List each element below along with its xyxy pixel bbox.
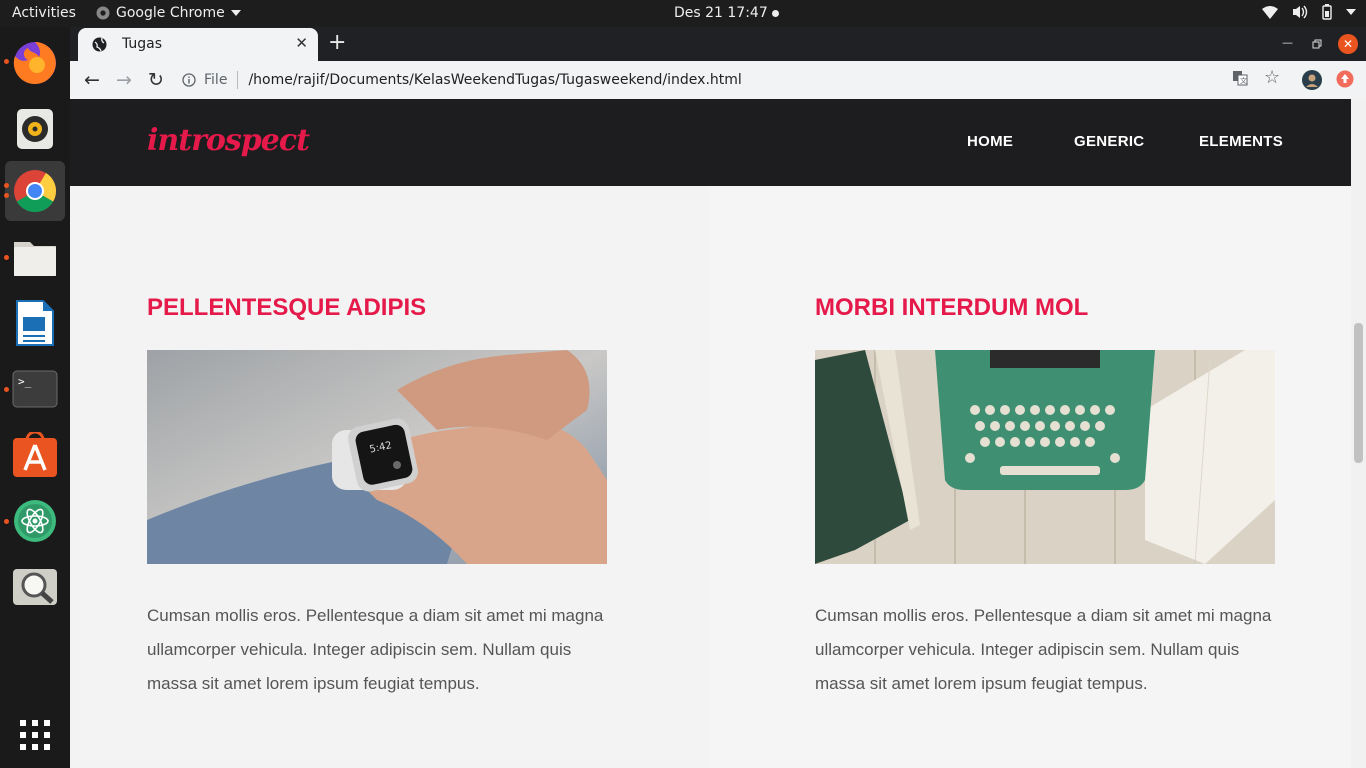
page-viewport: introspect HOME GENERIC ELEMENTS PELLENT… [70, 99, 1351, 768]
smartwatch-photo: 5:42 [147, 350, 607, 564]
wifi-icon [1262, 5, 1278, 19]
address-bar[interactable]: File /home/rajif/Documents/KelasWeekendT… [178, 65, 1278, 95]
avatar[interactable] [1302, 70, 1322, 90]
browser-toolbar: ← → ↻ File /home/rajif/Documents/KelasWe… [70, 61, 1366, 100]
post-card: MORBI INTERDUM MOL Cumsan mollis eros. P… [709, 186, 1351, 768]
extension-icon[interactable] [1336, 70, 1354, 88]
new-tab-button[interactable]: + [328, 31, 346, 55]
nav-generic[interactable]: GENERIC [1074, 133, 1144, 150]
dock-writer[interactable] [5, 293, 65, 353]
folder-icon [14, 242, 56, 276]
running-indicator [4, 387, 9, 392]
info-icon [182, 73, 196, 87]
translate-icon[interactable]: 文 [1232, 70, 1248, 86]
software-center-icon [13, 432, 57, 477]
writer-icon [16, 300, 54, 346]
svg-text:>_: >_ [18, 375, 32, 388]
ubuntu-dock: >_ [0, 27, 70, 768]
chrome-small-icon [96, 6, 110, 20]
atom-icon [14, 500, 56, 542]
restore-icon[interactable] [1312, 39, 1322, 49]
post-title[interactable]: MORBI INTERDUM MOL [815, 294, 1088, 322]
running-indicator [4, 519, 9, 524]
firefox-icon [13, 42, 56, 84]
post-card: PELLENTESQUE ADIPIS 5:42 Cumsan mollis e… [70, 186, 709, 768]
nav-home[interactable]: HOME [967, 133, 1013, 150]
close-tab-icon[interactable]: ✕ [295, 34, 308, 52]
show-applications-button[interactable] [5, 705, 65, 765]
speaker-icon [17, 109, 53, 149]
clock[interactable]: Des 21 17:47 [674, 5, 779, 21]
post-title[interactable]: PELLENTESQUE ADIPIS [147, 294, 426, 322]
chrome-icon [14, 170, 57, 213]
system-tray[interactable] [1262, 4, 1356, 20]
chevron-down-icon [230, 10, 241, 16]
dock-terminal[interactable]: >_ [4, 359, 65, 419]
notification-dot [771, 9, 779, 17]
forward-icon[interactable]: → [112, 68, 136, 92]
globe-icon [92, 37, 107, 52]
system-top-bar: Activities Google Chrome Des 21 17:47 [0, 0, 1366, 27]
volume-icon [1293, 5, 1308, 19]
back-icon[interactable]: ← [80, 68, 104, 92]
app-menu[interactable]: Google Chrome [96, 5, 241, 21]
running-indicator [4, 193, 9, 198]
dock-firefox[interactable] [4, 33, 65, 93]
dock-image-viewer[interactable] [5, 557, 65, 617]
tab-title: Tugas [122, 36, 163, 52]
chevron-down-icon [1346, 9, 1356, 15]
activities-button[interactable]: Activities [12, 5, 76, 21]
dock-rhythmbox[interactable] [5, 99, 65, 159]
clock-label: Des 21 17:47 [674, 5, 768, 21]
post-image-smartwatch[interactable]: 5:42 [147, 350, 607, 564]
browser-tab[interactable]: Tugas ✕ [78, 28, 318, 61]
grid-icon [20, 720, 50, 750]
terminal-icon: >_ [12, 370, 58, 408]
app-menu-label: Google Chrome [116, 5, 225, 21]
dock-files[interactable] [4, 227, 65, 287]
magnifier-icon [13, 569, 57, 605]
url-scheme-label: File [204, 72, 228, 88]
bookmark-star-icon[interactable]: ☆ [1264, 67, 1280, 88]
divider [237, 71, 239, 89]
post-image-typewriter[interactable] [815, 350, 1275, 564]
minimize-icon[interactable]: — [1282, 36, 1293, 49]
post-excerpt: Cumsan mollis eros. Pellentesque a diam … [815, 606, 1272, 693]
running-indicator [4, 183, 9, 188]
nav-elements[interactable]: ELEMENTS [1199, 133, 1283, 150]
page-scrollbar[interactable] [1351, 99, 1366, 768]
post-excerpt: Cumsan mollis eros. Pellentesque a diam … [147, 606, 604, 693]
tab-strip: Tugas ✕ + — ✕ [70, 27, 1366, 61]
dock-software[interactable] [5, 425, 65, 485]
url-text: /home/rajif/Documents/KelasWeekendTugas/… [248, 72, 742, 88]
typewriter-photo [815, 350, 1275, 564]
reload-icon[interactable]: ↻ [144, 68, 168, 92]
site-logo[interactable]: introspect [147, 123, 310, 158]
svg-text:文: 文 [1240, 76, 1247, 85]
running-indicator [4, 255, 9, 260]
close-window-icon[interactable]: ✕ [1338, 34, 1358, 54]
running-indicator [4, 59, 9, 64]
dock-atom[interactable] [4, 491, 65, 551]
scrollbar-thumb[interactable] [1354, 323, 1363, 463]
battery-icon [1322, 4, 1332, 20]
site-header: introspect HOME GENERIC ELEMENTS [70, 99, 1351, 186]
dock-chrome[interactable] [4, 161, 65, 221]
